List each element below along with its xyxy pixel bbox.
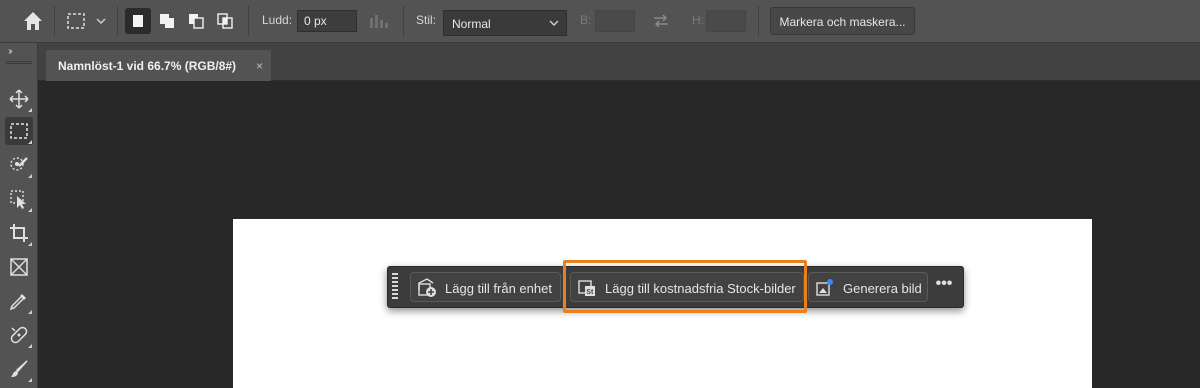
flyout-indicator <box>28 108 32 112</box>
tool-object-select[interactable] <box>5 185 33 213</box>
add-stock-images-button[interactable]: St Lägg till kostnadsfria Stock-bilder <box>570 272 804 302</box>
document-tab-bar: Namnlöst-1 vid 66.7% (RGB/8#) × <box>38 43 1200 81</box>
subtract-selection-icon <box>189 14 204 29</box>
tool-move[interactable] <box>5 85 33 113</box>
rect-marquee-icon <box>67 13 85 29</box>
new-selection-icon <box>133 15 143 27</box>
crop-icon <box>10 224 28 242</box>
close-icon[interactable]: × <box>256 59 263 73</box>
quick-select-icon <box>10 157 28 171</box>
rect-marquee-icon <box>10 123 28 139</box>
eyedropper-icon <box>9 294 26 311</box>
feather-label: Ludd: <box>262 13 293 27</box>
tool-eyedropper[interactable] <box>5 287 33 315</box>
width-label: B: <box>580 13 592 27</box>
object-select-icon <box>10 190 26 209</box>
chevron-down-icon <box>96 18 106 24</box>
new-selection-button[interactable] <box>125 8 151 34</box>
add-from-device-label: Lägg till från enhet <box>445 281 552 296</box>
drag-handle[interactable] <box>392 273 398 301</box>
style-select-value: Normal <box>452 17 491 31</box>
add-image-icon <box>418 278 436 297</box>
generate-image-icon <box>816 279 833 296</box>
home-icon <box>24 12 42 30</box>
intersect-selection-icon <box>217 13 233 29</box>
stock-image-icon: St <box>578 280 595 296</box>
home-button[interactable] <box>20 8 46 34</box>
height-label: H: <box>692 13 704 27</box>
collapse-panel-button[interactable]: ›› <box>8 46 12 57</box>
add-from-device-button[interactable]: Lägg till från enhet <box>410 272 561 302</box>
frame-icon <box>10 258 28 276</box>
tool-healing-brush[interactable] <box>5 321 33 349</box>
flyout-indicator <box>28 344 32 348</box>
tools-panel: ›› <box>0 43 38 388</box>
add-selection-icon <box>160 14 174 28</box>
document-tab[interactable]: Namnlöst-1 vid 66.7% (RGB/8#) × <box>46 50 271 81</box>
generate-image-button[interactable]: Generera bild <box>808 272 928 302</box>
intersect-selection-button[interactable] <box>212 8 238 34</box>
swap-dimensions-button[interactable] <box>651 12 671 30</box>
tool-preset-picker[interactable] <box>66 11 86 31</box>
generate-image-label: Generera bild <box>843 281 922 296</box>
preset-dropdown[interactable] <box>94 14 108 28</box>
flyout-indicator <box>28 174 32 178</box>
select-and-mask-button[interactable]: Markera och maskera... <box>770 7 915 35</box>
separator <box>248 6 249 36</box>
contextual-task-bar: Lägg till från enhet St Lägg till kostna… <box>387 266 964 308</box>
style-label: Stil: <box>416 13 437 27</box>
chevron-down-icon <box>549 20 559 26</box>
height-input[interactable] <box>706 10 746 32</box>
separator <box>54 6 55 36</box>
brush-icon <box>11 360 28 377</box>
subtract-selection-button[interactable] <box>183 8 209 34</box>
more-options-button[interactable]: ••• <box>931 275 957 299</box>
feather-input[interactable]: 0 px <box>297 10 357 32</box>
flyout-indicator <box>28 378 32 382</box>
tool-crop[interactable] <box>5 219 33 247</box>
flyout-indicator <box>28 208 32 212</box>
separator <box>758 6 759 36</box>
swap-arrows-icon <box>654 14 668 28</box>
tool-frame[interactable] <box>5 253 33 281</box>
anti-alias-toggle[interactable] <box>368 12 390 30</box>
separator <box>117 6 118 36</box>
options-bar: Ludd: 0 px Stil: Normal B: H: Markera oc… <box>0 0 1200 43</box>
tool-rect-marquee[interactable] <box>5 117 33 145</box>
add-to-selection-button[interactable] <box>154 8 180 34</box>
tool-brush[interactable] <box>5 355 33 383</box>
panel-grip[interactable] <box>6 61 32 64</box>
separator <box>403 6 404 36</box>
flyout-indicator <box>28 140 32 144</box>
style-select[interactable]: Normal <box>443 10 567 36</box>
svg-text:St: St <box>586 289 594 296</box>
anti-alias-icon <box>370 15 388 28</box>
tool-quick-select[interactable] <box>5 151 33 179</box>
document-tab-title: Namnlöst-1 vid 66.7% (RGB/8#) <box>58 59 237 73</box>
add-stock-images-label: Lägg till kostnadsfria Stock-bilder <box>605 281 796 296</box>
photoshop-window: Ludd: 0 px Stil: Normal B: H: Markera oc… <box>0 0 1200 388</box>
width-input[interactable] <box>595 10 635 32</box>
move-icon <box>9 89 29 109</box>
healing-brush-icon <box>10 326 28 344</box>
flyout-indicator <box>28 310 32 314</box>
flyout-indicator <box>28 242 32 246</box>
